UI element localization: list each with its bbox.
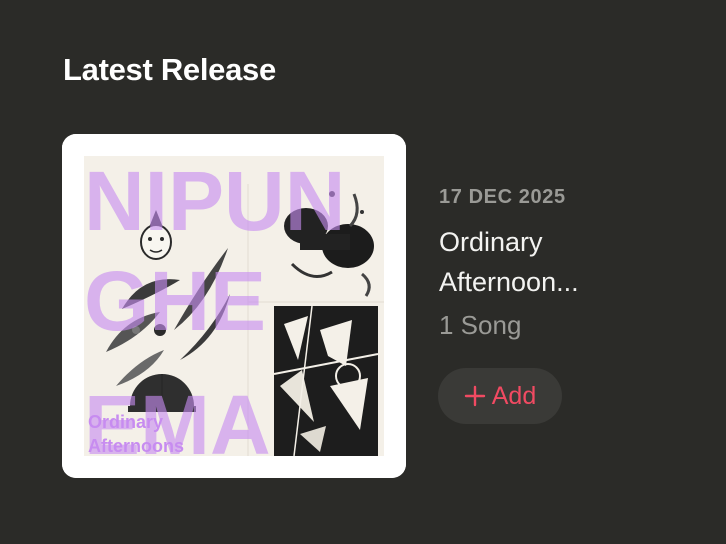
album-artwork[interactable]: NIPUN GHE EMA Ordinary Afternoons <box>62 134 406 478</box>
artwork-album-line: Afternoons <box>88 436 184 456</box>
bottom-right-shapes <box>273 305 379 457</box>
section-title: Latest Release <box>63 52 276 87</box>
artwork-illustration: NIPUN GHE EMA Ordinary Afternoons <box>62 134 406 478</box>
add-button[interactable]: Add <box>438 368 562 424</box>
plus-icon <box>464 385 486 407</box>
artwork-artist-line: NIPUN <box>84 154 345 248</box>
add-button-label: Add <box>491 381 537 410</box>
release-info: 17 DEC 2025 Ordinary Afternoon... 1 Song <box>439 186 699 341</box>
release-date: 17 DEC 2025 <box>439 186 566 208</box>
song-count: 1 Song <box>439 310 522 340</box>
artwork-album-line: Ordinary <box>88 412 163 432</box>
release-title[interactable]: Ordinary Afternoon... <box>439 222 639 302</box>
artwork-artist-line: GHE <box>84 254 266 348</box>
